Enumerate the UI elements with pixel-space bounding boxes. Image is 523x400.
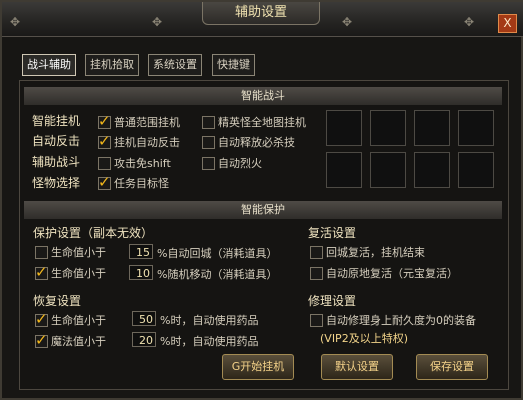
option-label: 魔法值小于 [51, 335, 106, 348]
checkbox[interactable] [310, 245, 323, 259]
skill-slot[interactable] [370, 152, 406, 188]
skill-slot[interactable] [326, 110, 362, 146]
option-label: 攻击免shift [114, 157, 171, 170]
option-auto-ultimate[interactable]: 自动释放必杀技 [202, 134, 295, 150]
option-normal-range-hangup[interactable]: 普通范围挂机 [98, 112, 180, 130]
checkbox[interactable] [98, 173, 111, 191]
skill-slot[interactable] [458, 110, 494, 146]
option-auto-repair[interactable]: 自动修理身上耐久度为0的装备 [310, 312, 476, 328]
protect-settings-title: 保护设置（副本无效） [33, 226, 154, 240]
tab-pickup[interactable]: 挂机拾取 [85, 54, 139, 76]
repair-settings-title: 修理设置 [308, 294, 357, 308]
checkbox[interactable] [98, 112, 111, 130]
close-button[interactable]: X [498, 14, 517, 33]
option-hp-return-town[interactable]: 生命值小于 [35, 244, 106, 260]
label-assist-combat: 辅助战斗 [32, 155, 81, 169]
checkbox[interactable] [202, 156, 215, 170]
option-label: 生命值小于 [51, 314, 106, 327]
default-settings-button[interactable]: 默认设置 [321, 354, 393, 380]
option-label: 回城复活，挂机结束 [326, 246, 425, 259]
skill-slot[interactable] [414, 110, 450, 146]
option-label: 自动修理身上耐久度为0的装备 [326, 314, 476, 327]
hp-potion-threshold-input[interactable]: 50 [132, 311, 156, 326]
skill-slot[interactable] [326, 152, 362, 188]
checkbox[interactable] [35, 263, 48, 281]
label-smart-hangup: 智能挂机 [32, 114, 81, 128]
ornament-left-icon: ✥ [10, 15, 21, 29]
skill-slot[interactable] [414, 152, 450, 188]
option-hp-random-move[interactable]: 生命值小于 [35, 263, 106, 281]
skill-slot[interactable] [458, 152, 494, 188]
label-monster-select: 怪物选择 [32, 176, 81, 190]
save-settings-button[interactable]: 保存设置 [416, 354, 488, 380]
option-revive-town[interactable]: 回城复活，挂机结束 [310, 244, 425, 260]
option-attack-no-shift[interactable]: 攻击免shift [98, 155, 171, 171]
checkbox[interactable] [310, 313, 323, 327]
vip-note: (VIP2及以上特权) [320, 332, 408, 345]
checkbox[interactable] [98, 156, 111, 170]
option-label: 挂机自动反击 [114, 136, 180, 149]
option-label: 生命值小于 [51, 246, 106, 259]
option-hangup-auto-counter[interactable]: 挂机自动反击 [98, 132, 180, 150]
checkbox[interactable] [35, 245, 48, 259]
ornament-mid-left-icon: ✥ [152, 15, 163, 29]
hp-potion-desc: %时，自动使用药品 [160, 314, 259, 327]
ornament-mid-right-icon: ✥ [342, 15, 353, 29]
option-mp-auto-potion[interactable]: 魔法值小于 [35, 331, 106, 349]
option-quest-target-monster[interactable]: 任务目标怪 [98, 173, 169, 191]
option-auto-blaze[interactable]: 自动烈火 [202, 155, 262, 171]
start-hangup-button[interactable]: G开始挂机 [222, 354, 294, 380]
option-elite-fullmap-hangup[interactable]: 精英怪全地图挂机 [202, 114, 306, 130]
checkbox[interactable] [98, 132, 111, 150]
option-label: 自动烈火 [218, 157, 262, 170]
hp-return-desc: %自动回城（消耗道具） [157, 247, 278, 260]
skill-slot[interactable] [370, 110, 406, 146]
hp-return-threshold-input[interactable]: 15 [129, 244, 153, 259]
hp-random-move-threshold-input[interactable]: 10 [129, 265, 153, 280]
window-title: 辅助设置 [202, 2, 320, 25]
checkbox[interactable] [202, 115, 215, 129]
checkbox[interactable] [310, 266, 323, 280]
section-smart-combat: 智能战斗 [24, 87, 502, 105]
title-bar[interactable]: ✥ ✥ ✥ ✥ 辅助设置 X [2, 2, 523, 37]
option-label: 生命值小于 [51, 267, 106, 280]
option-revive-in-place[interactable]: 自动原地复活（元宝复活） [310, 265, 458, 281]
option-label: 任务目标怪 [114, 177, 169, 190]
option-label: 自动释放必杀技 [218, 136, 295, 149]
tab-system-settings[interactable]: 系统设置 [148, 54, 202, 76]
checkbox[interactable] [35, 310, 48, 328]
option-label: 精英怪全地图挂机 [218, 116, 306, 129]
mp-potion-desc: %时，自动使用药品 [160, 335, 259, 348]
checkbox[interactable] [202, 135, 215, 149]
revive-settings-title: 复活设置 [308, 226, 357, 240]
settings-window: ✥ ✥ ✥ ✥ 辅助设置 X 战斗辅助 挂机拾取 系统设置 快捷键 智能战斗 智… [0, 0, 523, 400]
option-hp-auto-potion[interactable]: 生命值小于 [35, 310, 106, 328]
option-label: 自动原地复活（元宝复活） [326, 267, 458, 280]
section-smart-protect: 智能保护 [24, 201, 502, 219]
recover-settings-title: 恢复设置 [33, 294, 82, 308]
tab-combat-assist[interactable]: 战斗辅助 [22, 54, 76, 76]
label-auto-counter: 自动反击 [32, 134, 81, 148]
hp-random-move-desc: %随机移动（消耗道具） [157, 268, 278, 281]
checkbox[interactable] [35, 331, 48, 349]
tab-hotkeys[interactable]: 快捷键 [212, 54, 255, 76]
ornament-right-icon: ✥ [464, 15, 475, 29]
mp-potion-threshold-input[interactable]: 20 [132, 332, 156, 347]
option-label: 普通范围挂机 [114, 116, 180, 129]
